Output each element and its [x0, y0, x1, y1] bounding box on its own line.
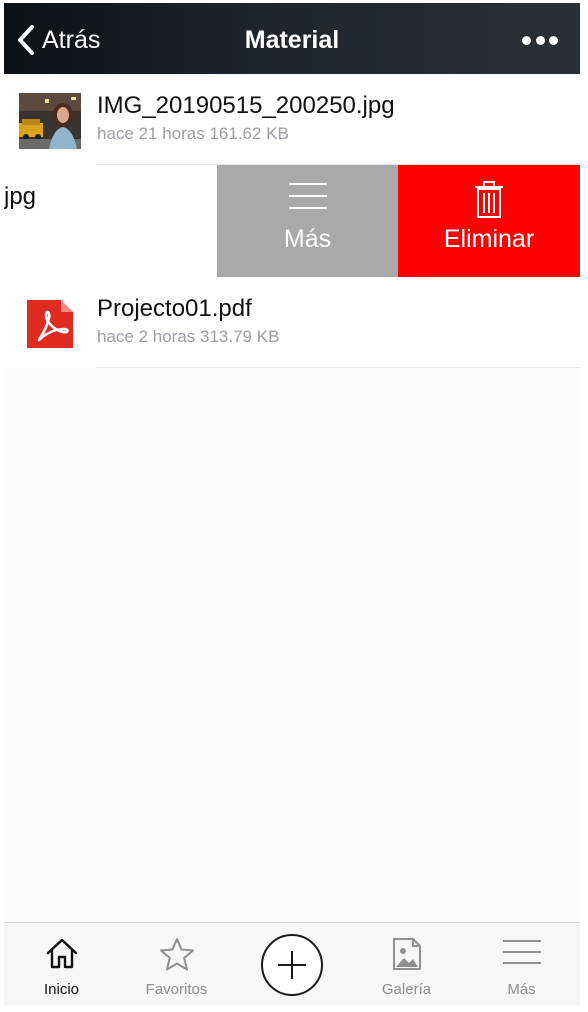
menu-icon [287, 181, 329, 216]
plus-icon [278, 951, 306, 979]
file-row-swiped[interactable]: jpg Más Eliminar [4, 165, 580, 277]
file-name: IMG_20190515_200250.jpg [97, 92, 395, 119]
row-divider [96, 367, 580, 368]
more-action-label: Más [283, 225, 332, 253]
file-name-partial: jpg [4, 183, 37, 210]
navigation-bar: Atrás Material [4, 3, 580, 74]
home-icon [45, 937, 79, 974]
back-button[interactable]: Atrás [16, 23, 100, 57]
file-meta: hace 2 horas 313.79 KB [97, 327, 280, 346]
file-row[interactable]: IMG_20190515_200250.jpg hace 21 horas 16… [4, 74, 580, 165]
file-name: Projecto01.pdf [97, 295, 252, 322]
ellipsis-icon[interactable] [522, 33, 558, 47]
tab-mas[interactable]: Más [464, 923, 579, 1006]
tab-label: Inicio [43, 981, 80, 998]
pdf-file-icon [19, 296, 81, 352]
gallery-icon [392, 937, 422, 976]
tab-label: Más [507, 981, 536, 998]
file-meta: hace 21 horas 161.62 KB [97, 124, 289, 143]
tab-inicio[interactable]: Inicio [4, 923, 119, 1006]
chevron-left-icon [16, 24, 36, 56]
tab-favoritos[interactable]: Favoritos [119, 923, 234, 1006]
tab-label: Favoritos [145, 981, 208, 998]
tab-galeria[interactable]: Galería [349, 923, 464, 1006]
file-row[interactable]: Projecto01.pdf hace 2 horas 313.79 KB [4, 277, 580, 368]
more-action-button[interactable]: Más [217, 165, 398, 277]
add-button[interactable] [261, 934, 323, 996]
star-icon [159, 937, 195, 976]
trash-icon [474, 181, 504, 224]
tab-bar: Inicio Favoritos Galería Más [4, 922, 580, 1006]
file-list: IMG_20190515_200250.jpg hace 21 horas 16… [4, 74, 580, 368]
app-screen: Atrás Material IMG_20190515_200250.jpg h… [4, 3, 580, 1006]
menu-icon [502, 937, 542, 972]
delete-action-button[interactable]: Eliminar [398, 165, 580, 277]
delete-action-label: Eliminar [443, 225, 535, 253]
tab-label: Galería [381, 981, 432, 998]
back-label: Atrás [42, 26, 101, 54]
image-thumbnail [19, 93, 81, 149]
